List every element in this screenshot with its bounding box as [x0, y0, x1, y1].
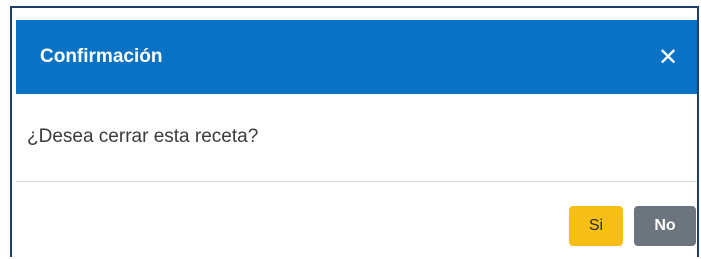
confirmation-dialog: Confirmación ✕ ¿Desea cerrar esta receta…	[10, 6, 699, 257]
dialog-body: ¿Desea cerrar esta receta?	[16, 94, 697, 182]
dialog-message: ¿Desea cerrar esta receta?	[27, 126, 259, 147]
dialog-header: Confirmación ✕	[16, 20, 697, 94]
dialog-title: Confirmación	[40, 46, 163, 67]
yes-button[interactable]: Si	[569, 206, 623, 246]
dialog-footer: Si No	[16, 182, 697, 259]
close-icon[interactable]: ✕	[653, 20, 683, 94]
no-button[interactable]: No	[634, 206, 696, 246]
